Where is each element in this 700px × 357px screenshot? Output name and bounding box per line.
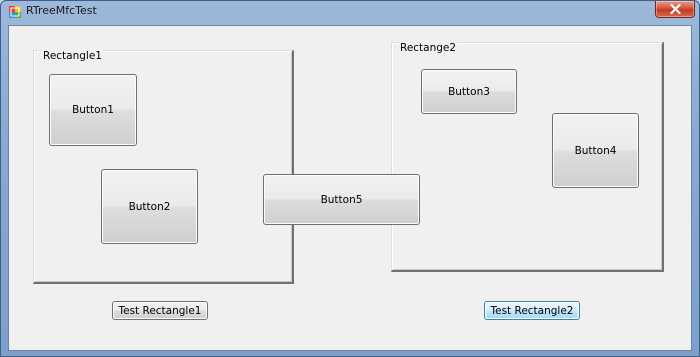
button2[interactable]: Button2: [101, 169, 198, 244]
window-title: RTreeMfcTest: [26, 4, 97, 17]
button1[interactable]: Button1: [49, 74, 137, 146]
close-icon: [670, 4, 681, 14]
app-window: RTreeMfcTest Rectangle1 Rectange2 Button…: [0, 0, 700, 357]
button3[interactable]: Button3: [421, 69, 517, 114]
title-bar[interactable]: RTreeMfcTest: [1, 1, 699, 23]
client-area: Rectangle1 Rectange2 Button1 Button2 But…: [8, 25, 692, 351]
button5[interactable]: Button5: [263, 174, 420, 225]
close-button[interactable]: [655, 1, 695, 18]
button4[interactable]: Button4: [552, 113, 639, 188]
test-rectangle1-button[interactable]: Test Rectangle1: [112, 301, 208, 320]
mfc-app-icon: [9, 6, 21, 18]
group-rectangle1-label: Rectangle1: [42, 50, 103, 62]
group-rectangle2-label: Rectange2: [399, 42, 458, 54]
test-rectangle2-button[interactable]: Test Rectangle2: [484, 301, 580, 320]
